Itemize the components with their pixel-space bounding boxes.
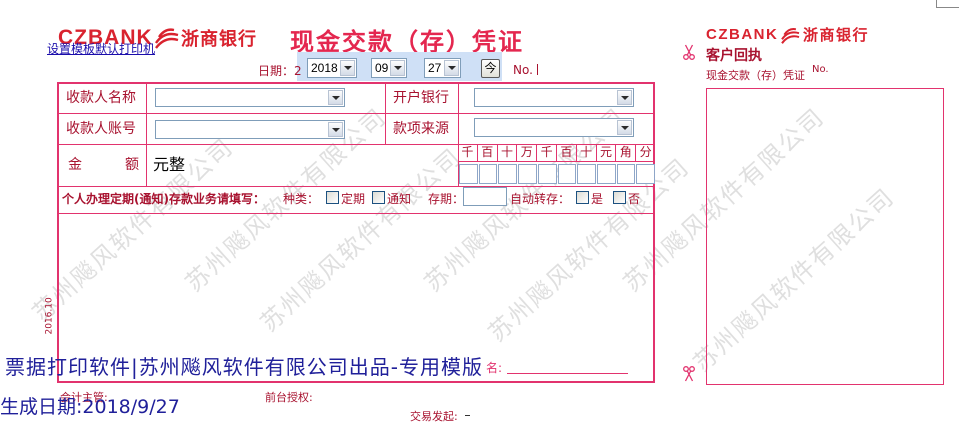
amount-label-left: 金: [68, 157, 82, 173]
digit-header: 千: [536, 144, 556, 161]
bank-logo-icon: [155, 27, 179, 49]
amount-digit-input[interactable]: [577, 164, 596, 184]
term-input[interactable]: [463, 187, 507, 206]
amount-label-right: 额: [125, 157, 139, 173]
fund-source-select[interactable]: [474, 118, 634, 137]
transaction-initiator-label: 交易发起:: [410, 410, 458, 423]
signature-line: [507, 373, 628, 374]
amount-digit-input[interactable]: [616, 164, 636, 184]
digit-header: 十: [575, 144, 596, 161]
generated-date: 生成日期:2018/9/27: [0, 396, 180, 418]
software-banner: 票据打印软件|苏州飚风软件有限公司出品-专用模版: [5, 355, 483, 379]
payee-account-select[interactable]: [155, 120, 345, 139]
voucher-number-label: No.: [513, 63, 533, 77]
digit-header: 角: [615, 144, 635, 161]
amount-in-words: 元整: [153, 155, 186, 174]
fixed-deposit-checkbox[interactable]: [326, 191, 339, 204]
year-value: 2018: [311, 61, 338, 75]
corner-mark: [936, 0, 959, 8]
auto-renew-no-checkbox[interactable]: [613, 191, 626, 204]
frame-line: [385, 82, 386, 144]
digit-header: 十: [496, 144, 517, 161]
number-field-tick: [537, 64, 538, 75]
receipt-number-label: No.: [812, 64, 829, 75]
amount-digit-input[interactable]: [596, 164, 616, 184]
month-select[interactable]: 09: [371, 58, 407, 78]
payee-name-label: 收款人名称: [66, 90, 136, 106]
digit-header: 元: [595, 144, 616, 161]
bank-name: 浙商银行: [181, 29, 257, 50]
payee-name-select[interactable]: [155, 88, 345, 107]
day-select[interactable]: 27: [424, 58, 461, 78]
amount-digit-input[interactable]: [537, 164, 557, 184]
frame-line: [57, 186, 655, 187]
form-edition: 2016.10: [44, 297, 55, 335]
digit-header: 千: [461, 145, 474, 159]
frame-line: [146, 82, 147, 186]
digit-input-row: [458, 162, 656, 186]
dropdown-arrow-icon[interactable]: [328, 90, 343, 105]
scissors-icon: [683, 366, 695, 382]
today-button[interactable]: 今: [481, 59, 500, 78]
bank-label: 开户银行: [393, 90, 449, 106]
signature-label-tail: 名:: [486, 361, 503, 375]
deposit-type-label: 种类：: [283, 192, 320, 206]
receipt-logo-icon: [781, 27, 800, 44]
footer-dash: [465, 415, 470, 416]
set-default-printer-link[interactable]: 设置模板默认打印机: [47, 42, 155, 56]
auto-renew-label: 自动转存：: [510, 192, 571, 206]
deposit-note: 个人办理定期(通知)存款业务请填写：: [62, 192, 265, 206]
dropdown-arrow-icon[interactable]: [328, 122, 343, 137]
dropdown-arrow-icon[interactable]: [340, 60, 355, 76]
digit-header-row: 千 百 十 万 千 百 十 元 角 分: [458, 144, 655, 162]
amount-digit-input[interactable]: [478, 164, 498, 184]
dropdown-arrow-icon[interactable]: [617, 90, 632, 105]
scissors-icon: [683, 44, 695, 60]
payee-account-label: 收款人账号: [66, 121, 136, 137]
amount-digit-input[interactable]: [518, 164, 537, 184]
term-label: 存期：: [428, 192, 465, 206]
digit-header: 分: [635, 144, 655, 161]
auto-renew-yes-label: 是: [591, 192, 604, 206]
voucher-page: 苏州飚风软件有限公司 苏州飚风软件有限公司 苏州飚风软件有限公司 苏州飚风软件有…: [0, 0, 960, 424]
frame-line: [57, 213, 655, 214]
receipt-subtitle: 现金交款（存）凭证: [706, 69, 805, 82]
notice-deposit-label: 通知: [387, 192, 412, 206]
amount-digit-input[interactable]: [557, 164, 577, 184]
day-value: 27: [428, 61, 442, 75]
dropdown-arrow-icon[interactable]: [390, 60, 405, 76]
month-value: 09: [375, 61, 389, 75]
digit-header: 万: [516, 144, 536, 161]
notice-deposit-checkbox[interactable]: [372, 191, 385, 204]
amount-digit-grid: 千 百 十 万 千 百 十 元 角 分: [458, 144, 656, 186]
digit-header: 百: [476, 144, 497, 161]
year-select[interactable]: 2018: [307, 58, 357, 78]
amount-digit-input[interactable]: [459, 164, 478, 184]
digit-header: 百: [555, 144, 576, 161]
amount-digit-input[interactable]: [636, 164, 656, 184]
date-label: 日期：2: [258, 64, 302, 78]
fixed-deposit-label: 定期: [341, 192, 366, 206]
bank-select[interactable]: [474, 88, 634, 107]
dropdown-arrow-icon[interactable]: [617, 120, 632, 135]
receipt-bank-name: 浙商银行: [803, 26, 870, 44]
receipt-logo-text: CZBANK: [706, 26, 779, 43]
auto-renew-no-label: 否: [628, 192, 641, 206]
amount-digit-input[interactable]: [498, 164, 518, 184]
receipt-box: [706, 88, 944, 385]
auto-renew-yes-checkbox[interactable]: [576, 191, 589, 204]
fund-source-label: 款项来源: [393, 121, 449, 137]
front-desk-auth-label: 前台授权:: [265, 391, 313, 404]
dropdown-arrow-icon[interactable]: [444, 60, 459, 76]
receipt-title: 客户回执: [706, 48, 762, 64]
